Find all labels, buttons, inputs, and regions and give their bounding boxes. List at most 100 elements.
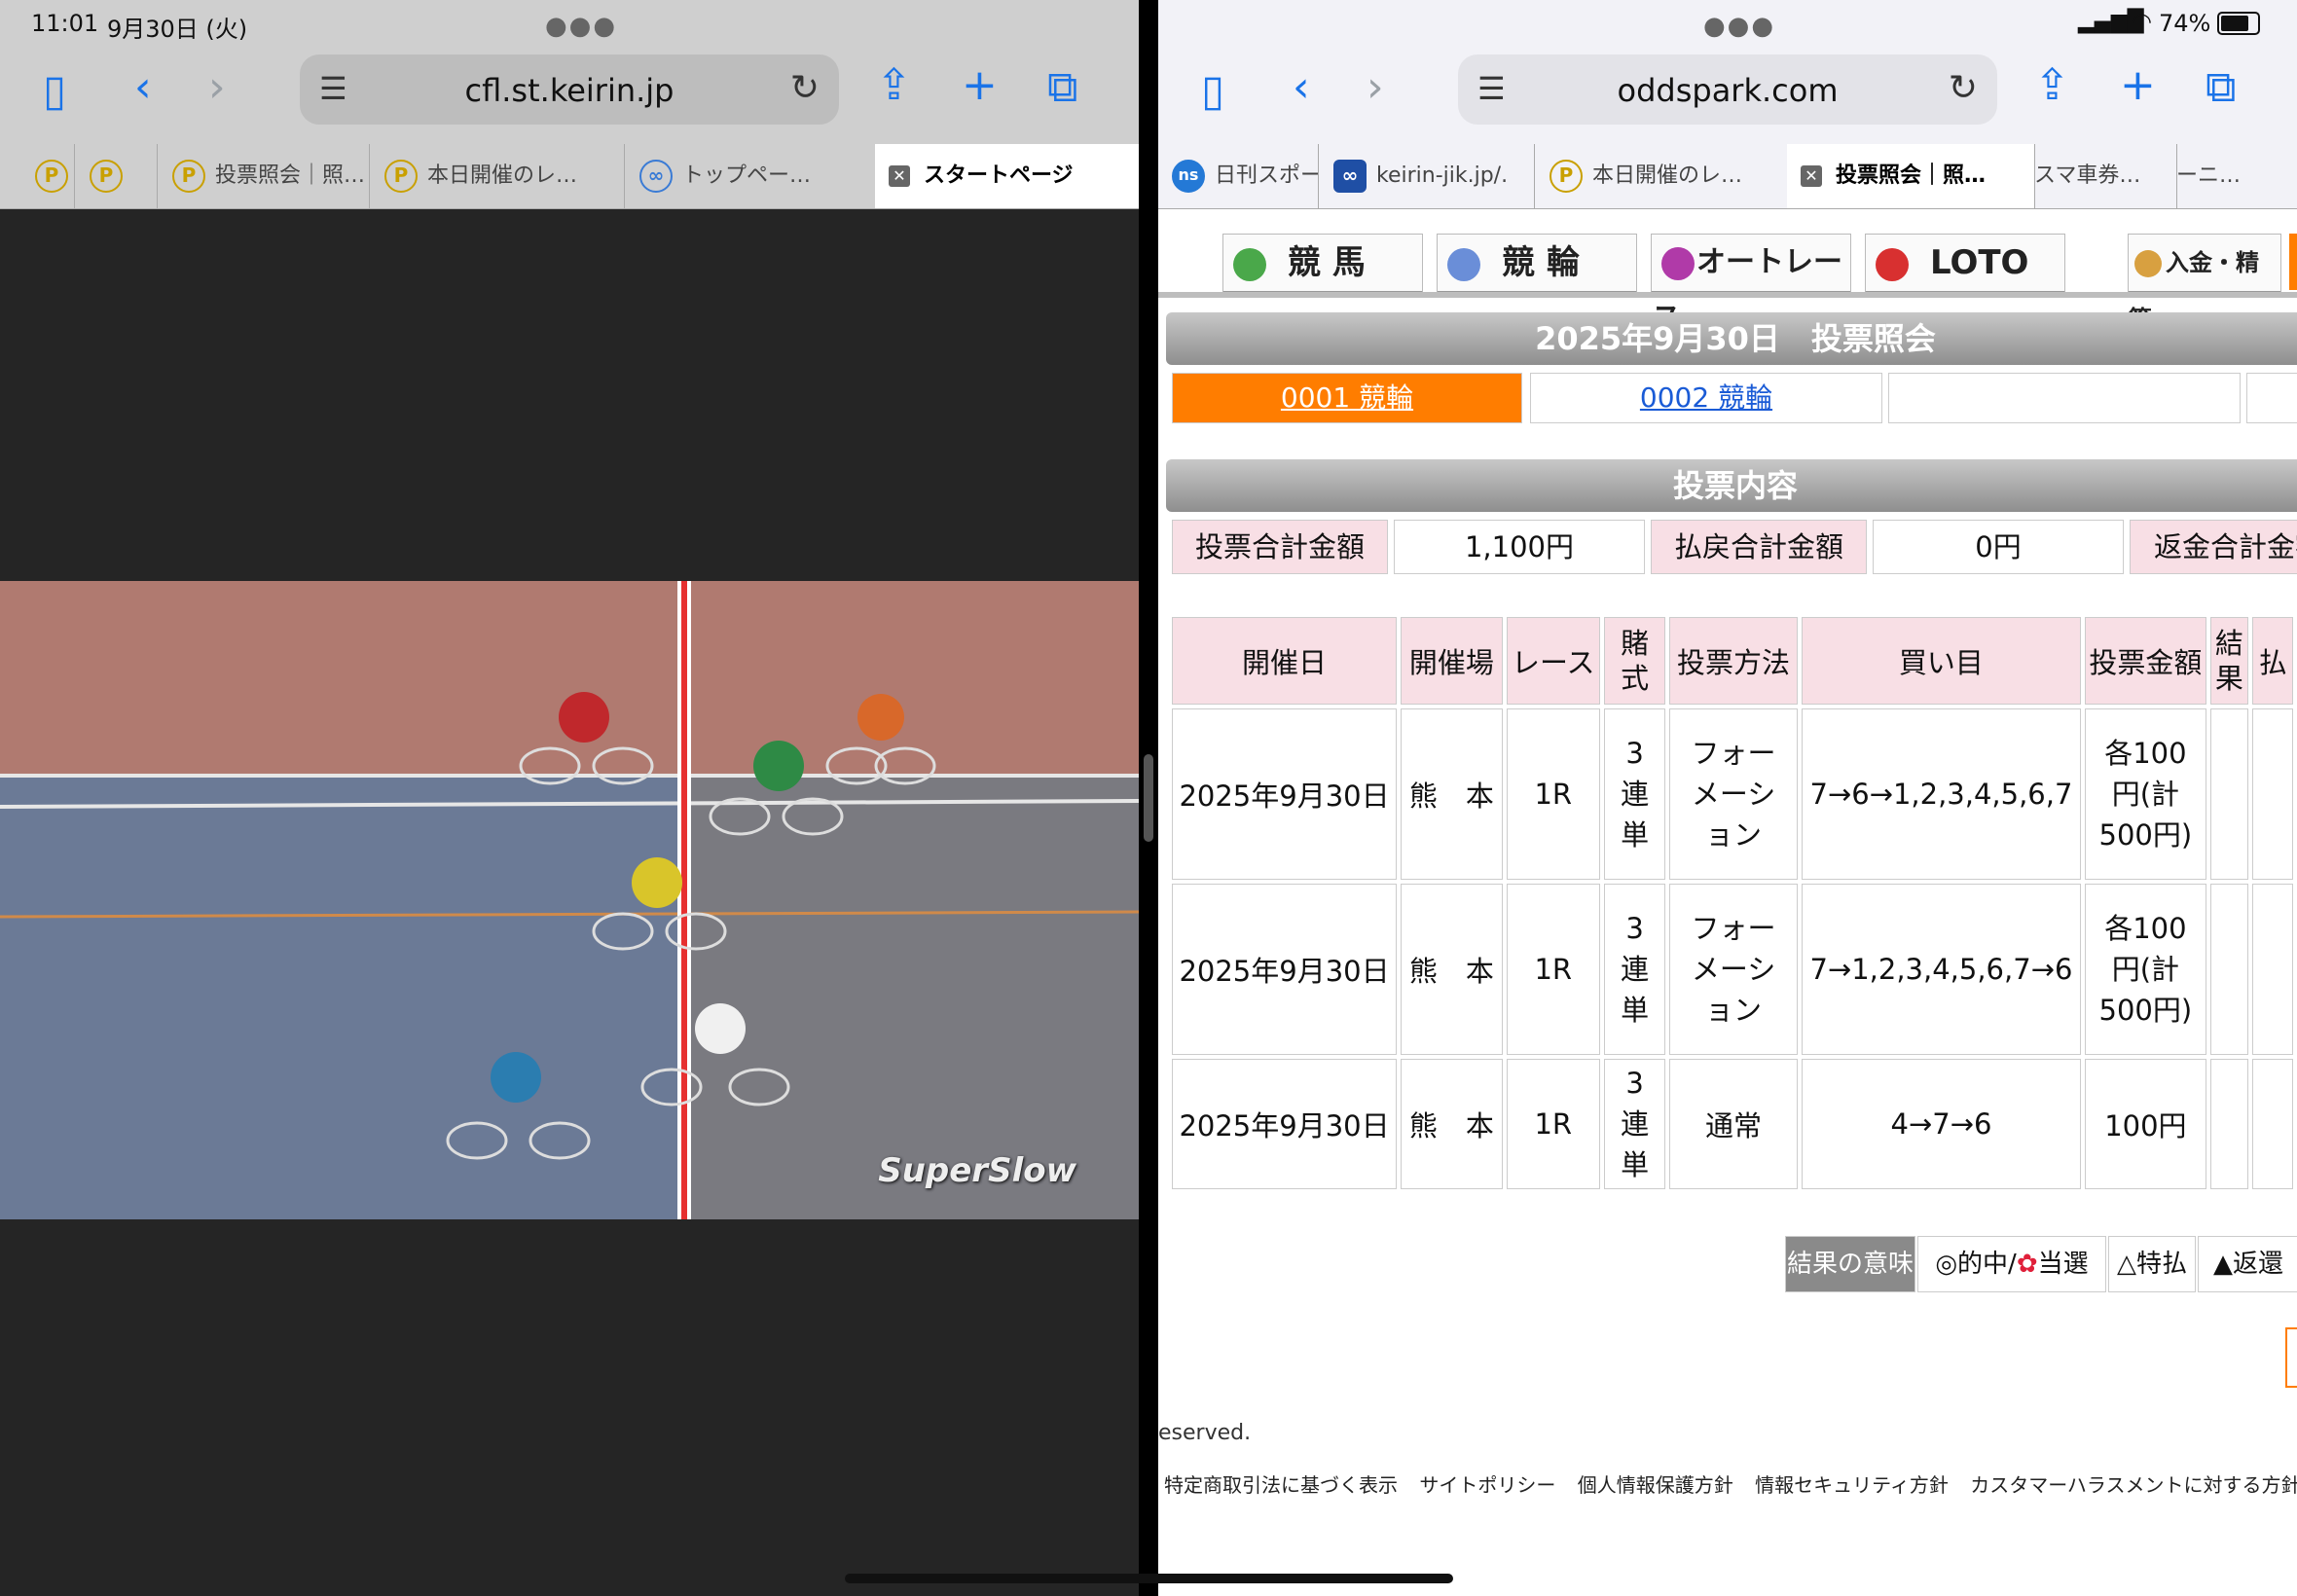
tab-5[interactable]: ∞ トップペー…: [624, 144, 876, 208]
reload-icon[interactable]: ↻: [790, 68, 820, 108]
cell-combination: 7→6→1,2,3,4,5,6,7: [1801, 708, 2082, 880]
section-header: 投票内容: [1166, 459, 2297, 512]
tabs-overview-icon[interactable]: ⧉: [1047, 66, 1077, 109]
tab-favicon: P: [1550, 160, 1583, 193]
col-header: レース: [1506, 617, 1600, 705]
loto-icon: [1876, 247, 1909, 281]
cell-amount: 各100円(計500円): [2085, 884, 2206, 1055]
tab-suma[interactable]: スマ車券…: [2034, 144, 2177, 208]
payout-total-label: 払戻合計金額: [1651, 520, 1867, 574]
tab-active[interactable]: ✕ 投票照会｜照…: [1787, 144, 2035, 208]
forward-icon[interactable]: ›: [1367, 66, 1384, 109]
bet-total-label: 投票合計金額: [1172, 520, 1388, 574]
page-title: 2025年9月30日 投票照会: [1166, 312, 2297, 365]
cell-bet-type: 3連単: [1603, 708, 1666, 880]
account-tab-empty[interactable]: [1888, 373, 2241, 423]
multitasking-dots-icon[interactable]: ●●●: [1703, 12, 1775, 41]
forward-icon[interactable]: ›: [208, 66, 226, 109]
cell-date: 2025年9月30日: [1172, 1059, 1398, 1189]
legend-header: 結果の意味: [1785, 1236, 1915, 1292]
bet-total-value: 1,100円: [1394, 520, 1645, 574]
cell-payout: [2252, 884, 2293, 1055]
close-tab-icon[interactable]: ✕: [889, 165, 910, 187]
tab-6[interactable]: ーニ…: [2176, 144, 2297, 208]
status-bar: ●●● ▂▄▆█ ◠ 74%: [1158, 0, 2297, 49]
tab-active[interactable]: ✕ スタートページ: [875, 144, 1139, 208]
tab-3[interactable]: P 投票照会｜照…: [157, 144, 370, 208]
left-browser-window: 11:01 9月30日 (火) ●●● ▯ ‹ › ☰ cfl.st.keiri…: [0, 0, 1139, 1596]
legend-special: △特払: [2108, 1236, 2196, 1292]
copyright-text: eserved.: [1158, 1421, 1252, 1445]
cell-method: 通常: [1669, 1059, 1798, 1189]
tab-4[interactable]: P 本日開催のレ…: [369, 144, 625, 208]
nav-keirin[interactable]: 競 輪: [1437, 234, 1637, 294]
url-text: cfl.st.keirin.jp: [464, 72, 675, 109]
footer-link-security[interactable]: 情報セキュリティ方針: [1755, 1473, 1949, 1497]
tabs-overview-icon[interactable]: ⧉: [2206, 66, 2236, 109]
tab-favicon: P: [172, 160, 205, 193]
tab-nikkan[interactable]: ns 日刊スポー: [1158, 144, 1319, 208]
tab-favicon: ∞: [639, 160, 673, 193]
reload-icon[interactable]: ↻: [1949, 68, 1978, 108]
split-view-divider[interactable]: [1144, 754, 1153, 842]
sidebar-icon[interactable]: ▯: [43, 70, 66, 113]
address-bar[interactable]: ☰ oddspark.com ↻: [1458, 54, 1997, 125]
home-indicator[interactable]: [845, 1574, 1453, 1583]
footer-link-privacy[interactable]: 個人情報保護方針: [1578, 1473, 1733, 1497]
cut-off-button[interactable]: [2285, 1327, 2297, 1388]
col-header: 開催日: [1172, 617, 1398, 705]
sidebar-icon[interactable]: ▯: [1201, 70, 1224, 113]
cell-combination: 4→7→6: [1801, 1059, 2082, 1189]
tab-keirin-jik[interactable]: ∞ keirin-jik.jp/.: [1318, 144, 1535, 208]
tab-favicon: P: [35, 160, 68, 193]
tab-favicon: P: [90, 160, 123, 193]
account-tab-empty[interactable]: [2246, 373, 2297, 423]
horse-icon: [1233, 247, 1266, 281]
new-tab-icon[interactable]: +: [2120, 64, 2156, 107]
account-tab-0001[interactable]: 0001 競輪: [1172, 373, 1522, 423]
cell-race: 1R: [1506, 1059, 1600, 1189]
footer-links: 特定商取引法に基づく表示 サイトポリシー 個人情報保護方針 情報セキュリティ方針…: [1164, 1469, 2297, 1498]
cell-method: フォーメーション: [1669, 884, 1798, 1055]
cell-bet-type: 3連単: [1603, 884, 1666, 1055]
nav-deposit[interactable]: 入金・精算: [2128, 234, 2281, 333]
browser-toolbar: ▯ ‹ › ☰ cfl.st.keirin.jp ↻ ⇪ + ⧉: [0, 49, 1139, 144]
cell-result: [2209, 1059, 2249, 1189]
nav-keiba[interactable]: 競 馬: [1222, 234, 1423, 294]
footer-link-tokushoho[interactable]: 特定商取引法に基づく表示: [1164, 1473, 1398, 1497]
nav-autorace[interactable]: オートレース: [1651, 234, 1851, 336]
share-icon[interactable]: ⇪: [2034, 64, 2070, 107]
nav-loto[interactable]: LOTO: [1865, 234, 2065, 294]
table-header-row: 開催日 開催場 レース 賭式 投票方法 買い目 投票金額 結果 払: [1172, 617, 2293, 705]
battery-percent: 74%: [2159, 10, 2211, 37]
cell-venue: 熊 本: [1401, 884, 1503, 1055]
tab-1[interactable]: P: [19, 144, 75, 208]
status-bar: 11:01 9月30日 (火) ●●●: [0, 0, 1139, 49]
account-tab-0002[interactable]: 0002 競輪: [1530, 373, 1882, 423]
address-bar[interactable]: ☰ cfl.st.keirin.jp ↻: [300, 54, 839, 125]
race-video[interactable]: SuperSlow: [0, 581, 1139, 1219]
legend-hit: ◎的中/✿当選: [1917, 1236, 2106, 1292]
flower-icon: ✿: [2016, 1250, 2038, 1279]
new-tab-icon[interactable]: +: [962, 64, 998, 107]
tab-favicon: P: [384, 160, 418, 193]
back-icon[interactable]: ‹: [134, 66, 152, 109]
tab-2[interactable]: P: [74, 144, 158, 208]
status-date: 9月30日 (火): [107, 16, 248, 43]
share-icon[interactable]: ⇪: [876, 64, 912, 107]
cell-amount: 各100円(計500円): [2085, 708, 2206, 880]
motorbike-icon: [1661, 246, 1695, 280]
cell-race: 1R: [1506, 884, 1600, 1055]
footer-link-harassment[interactable]: カスタマーハラスメントに対する方針: [1970, 1473, 2297, 1497]
back-icon[interactable]: ‹: [1293, 66, 1310, 109]
nav-cut-off-button[interactable]: [2289, 234, 2297, 290]
right-browser-window: ●●● ▂▄▆█ ◠ 74% ▯ ‹ › ☰ oddspark.com ↻ ⇪ …: [1158, 0, 2297, 1596]
multitasking-dots-icon[interactable]: ●●●: [545, 12, 617, 41]
close-tab-icon[interactable]: ✕: [1801, 165, 1822, 187]
cell-payout: [2252, 708, 2293, 880]
footer-link-site-policy[interactable]: サイトポリシー: [1419, 1473, 1555, 1497]
tab-bar: P P P 投票照会｜照… P 本日開催のレ… ∞ トップペー… ✕ スタートページ: [0, 144, 1139, 209]
tab-today-races[interactable]: P 本日開催のレ…: [1534, 144, 1788, 208]
cell-race: 1R: [1506, 708, 1600, 880]
money-bag-icon: [2134, 250, 2162, 277]
